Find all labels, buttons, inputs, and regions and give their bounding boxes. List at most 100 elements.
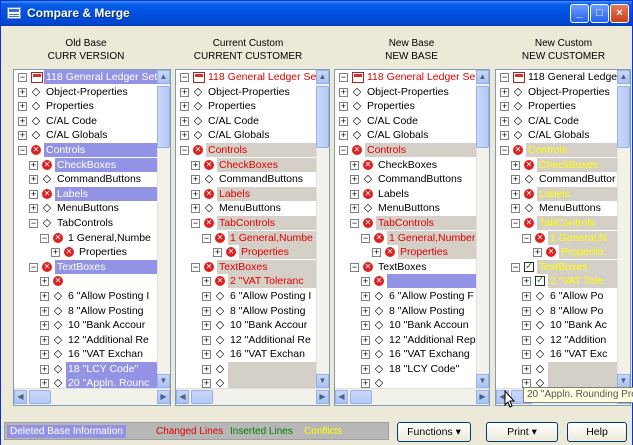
- expand-toggle-icon[interactable]: +: [40, 379, 49, 388]
- expand-toggle-icon[interactable]: +: [202, 379, 211, 388]
- tree-row[interactable]: + ◇ 6 "Allow Posting I: [176, 289, 316, 304]
- tree-row[interactable]: + ◇ Properties: [335, 99, 476, 114]
- tree-row[interactable]: + ◇ 8 "Allow Posting: [14, 304, 157, 319]
- expand-toggle-icon[interactable]: +: [350, 175, 359, 185]
- tree-row[interactable]: + ◇ CommandButtor: [496, 172, 617, 187]
- collapse-toggle-icon[interactable]: −: [500, 145, 509, 155]
- tree-row[interactable]: − ✕ Controls: [14, 142, 157, 158]
- tree-row[interactable]: + ✕ Properties: [14, 245, 157, 260]
- expand-toggle-icon[interactable]: +: [18, 102, 27, 112]
- expand-toggle-icon[interactable]: +: [202, 335, 211, 345]
- expand-toggle-icon[interactable]: +: [40, 306, 49, 316]
- expand-toggle-icon[interactable]: +: [202, 291, 211, 301]
- tree-view[interactable]: −118 General Ledger Setup+◇Object-Proper…: [176, 70, 316, 388]
- tree-row[interactable]: − ✕ Controls: [176, 142, 316, 158]
- tree-row[interactable]: + ✕ CheckBoxes: [176, 157, 316, 173]
- scroll-right-button[interactable]: ▶: [316, 390, 329, 404]
- scroll-down-button[interactable]: ▼: [316, 374, 329, 388]
- expand-toggle-icon[interactable]: +: [18, 87, 27, 97]
- tree-row[interactable]: − ✕ TabControls: [335, 215, 476, 231]
- collapse-toggle-icon[interactable]: −: [180, 73, 189, 82]
- tree-row[interactable]: − ✕ Controls: [496, 142, 617, 158]
- tree-row[interactable]: + ◇ CommandButtons: [176, 172, 316, 187]
- tree-row[interactable]: − ✕ Controls: [335, 142, 476, 158]
- tree-row[interactable]: + ◇ C/AL Globals: [335, 128, 476, 143]
- tree-view[interactable]: −118 General Ledger Setup+◇Object-Proper…: [14, 70, 157, 388]
- tree-row[interactable]: + ◇ 16 "VAT Exchan: [14, 347, 157, 362]
- tree-row[interactable]: − ✕ 1 General,N: [496, 230, 617, 246]
- tree-row[interactable]: − ✕ TextBoxes: [335, 260, 476, 275]
- horizontal-scroll-thumb[interactable]: [350, 390, 372, 404]
- maximize-button[interactable]: □: [590, 4, 609, 23]
- tree-view[interactable]: −118 General Ledger Setup+◇Object-Proper…: [335, 70, 476, 388]
- tree-row[interactable]: + ◇ 6 "Allow Po: [496, 289, 617, 304]
- close-button[interactable]: ×: [610, 4, 629, 23]
- horizontal-scrollbar[interactable]: ◀ ▶: [14, 388, 170, 405]
- tree-row[interactable]: + ◇ CommandButtons: [14, 172, 157, 187]
- expand-toggle-icon[interactable]: +: [191, 189, 200, 199]
- expand-toggle-icon[interactable]: +: [202, 350, 211, 360]
- expand-toggle-icon[interactable]: +: [18, 131, 27, 141]
- expand-toggle-icon[interactable]: +: [40, 321, 49, 331]
- expand-toggle-icon[interactable]: +: [180, 87, 189, 97]
- expand-toggle-icon[interactable]: +: [40, 364, 49, 374]
- expand-toggle-icon[interactable]: +: [29, 160, 38, 170]
- expand-toggle-icon[interactable]: +: [361, 364, 370, 374]
- tree-row[interactable]: + ✕ CheckBoxes: [496, 157, 617, 173]
- vertical-scrollbar[interactable]: ▲ ▼: [617, 70, 630, 388]
- scroll-up-button[interactable]: ▲: [316, 70, 329, 84]
- expand-toggle-icon[interactable]: +: [361, 306, 370, 316]
- tree-row[interactable]: + ◇: [335, 376, 476, 388]
- expand-toggle-icon[interactable]: +: [361, 350, 370, 360]
- tree-row[interactable]: + ◇ 20 "Appln. Rounc: [14, 376, 157, 388]
- tree-row[interactable]: + ◇ 18 "LCY Code": [14, 361, 157, 377]
- vertical-scroll-thumb[interactable]: [316, 86, 329, 148]
- tree-row[interactable]: + ◇ 12 "Additional Re: [14, 333, 157, 348]
- expand-toggle-icon[interactable]: +: [40, 291, 49, 301]
- horizontal-scrollbar[interactable]: ◀ ▶: [335, 388, 489, 405]
- tree-row[interactable]: + ◇ C/AL Code: [14, 114, 157, 129]
- collapse-toggle-icon[interactable]: −: [350, 218, 359, 228]
- expand-toggle-icon[interactable]: +: [522, 321, 531, 331]
- tree-row[interactable]: + ✕ CheckBoxes: [14, 157, 157, 173]
- vertical-scroll-thumb[interactable]: [476, 86, 489, 148]
- vertical-scroll-thumb[interactable]: [617, 86, 630, 148]
- tree-row[interactable]: + ◇ Properties: [496, 99, 617, 114]
- expand-toggle-icon[interactable]: +: [361, 277, 370, 287]
- tree-row[interactable]: + ◇ 16 "VAT Exchan: [176, 347, 316, 362]
- scroll-right-button[interactable]: ▶: [476, 390, 489, 404]
- expand-toggle-icon[interactable]: +: [522, 335, 531, 345]
- expand-toggle-icon[interactable]: +: [191, 160, 200, 170]
- tree-row[interactable]: − ◇ TabControls: [14, 216, 157, 231]
- expand-toggle-icon[interactable]: +: [339, 87, 348, 97]
- tree-row[interactable]: + ✕: [14, 274, 157, 289]
- collapse-toggle-icon[interactable]: −: [29, 262, 38, 272]
- tree-row[interactable]: − ✓ TextBoxes: [496, 259, 617, 275]
- print-button[interactable]: Print ▾: [486, 422, 558, 442]
- scroll-up-button[interactable]: ▲: [157, 70, 170, 84]
- expand-toggle-icon[interactable]: +: [339, 102, 348, 112]
- expand-toggle-icon[interactable]: +: [511, 175, 520, 185]
- tree-row[interactable]: + ◇ 10 "Bank Ac: [496, 318, 617, 333]
- expand-toggle-icon[interactable]: +: [202, 364, 211, 374]
- expand-toggle-icon[interactable]: +: [180, 131, 189, 141]
- tree-row[interactable]: + ◇ MenuButtons: [496, 201, 617, 216]
- tree-row[interactable]: + ✕ Labels: [335, 187, 476, 202]
- expand-toggle-icon[interactable]: +: [40, 350, 49, 360]
- scroll-down-button[interactable]: ▼: [476, 374, 489, 388]
- tree-row[interactable]: + ◇ Object-Properties: [335, 85, 476, 100]
- collapse-toggle-icon[interactable]: −: [500, 73, 509, 82]
- scroll-left-button[interactable]: ◀: [176, 390, 189, 404]
- tree-row[interactable]: + ◇ 16 "VAT Exchang: [335, 347, 476, 362]
- expand-toggle-icon[interactable]: +: [533, 248, 542, 258]
- expand-toggle-icon[interactable]: +: [500, 116, 509, 126]
- tree-row[interactable]: + ✓ 2 "VAT Tole: [496, 274, 617, 289]
- tree-row[interactable]: + ◇ 10 "Bank Accour: [14, 318, 157, 333]
- expand-toggle-icon[interactable]: +: [522, 306, 531, 316]
- title-bar[interactable]: Compare & Merge _ □ ×: [1, 1, 632, 26]
- tree-row[interactable]: + ◇ C/AL Code: [335, 114, 476, 129]
- expand-toggle-icon[interactable]: +: [180, 102, 189, 112]
- collapse-toggle-icon[interactable]: −: [339, 145, 348, 155]
- collapse-toggle-icon[interactable]: −: [29, 218, 38, 228]
- scroll-left-button[interactable]: ◀: [14, 390, 27, 404]
